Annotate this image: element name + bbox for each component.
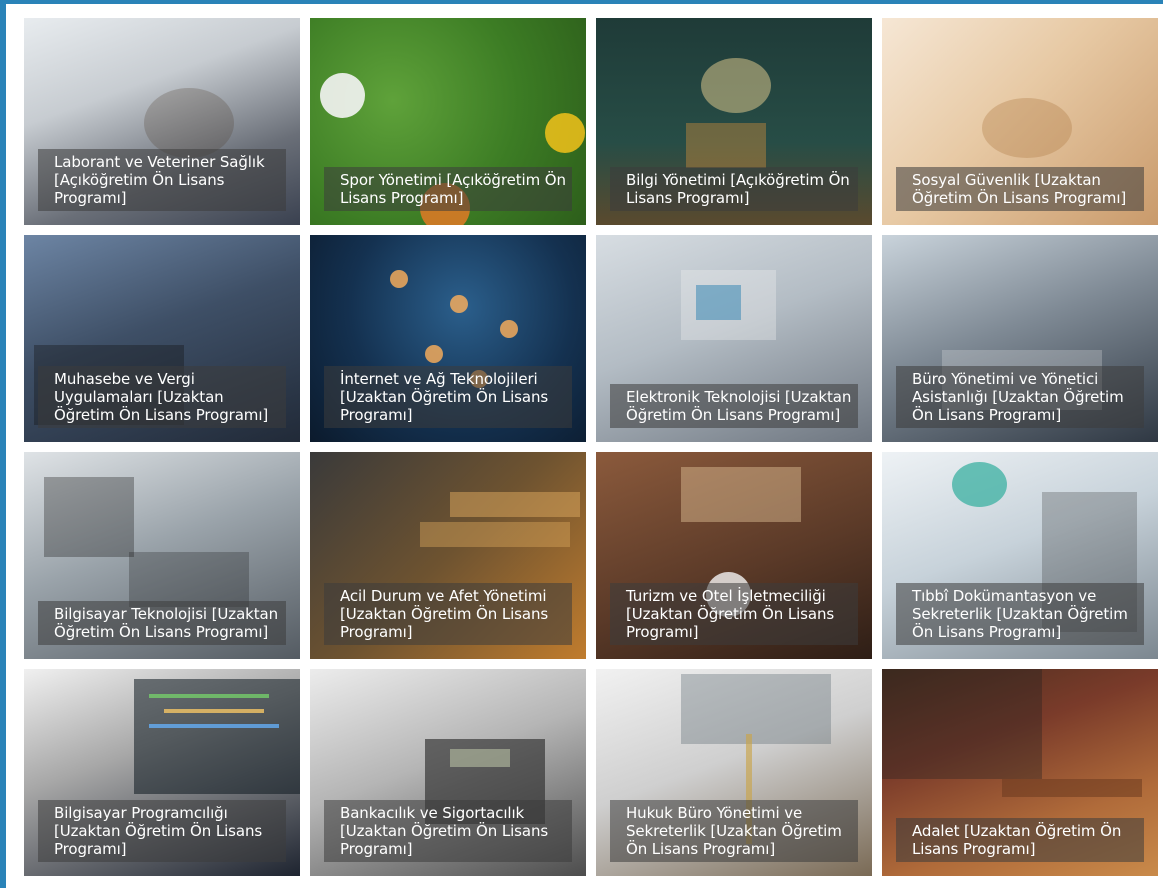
program-title: Bankacılık ve Sigortacılık [Uzaktan Öğre… [324,800,572,862]
program-card-sosyal-guvenlik[interactable]: Sosyal Güvenlik [Uzaktan Öğretim Ön Lisa… [882,18,1158,225]
program-grid: Laborant ve Veteriner Sağlık [Açıköğreti… [24,18,1158,876]
program-title: Sosyal Güvenlik [Uzaktan Öğretim Ön Lisa… [896,167,1144,211]
program-card-muhasebe-vergi[interactable]: Muhasebe ve Vergi Uygulamaları [Uzaktan … [24,235,300,442]
program-card-bilgi-yonetimi[interactable]: Bilgi Yönetimi [Açıköğretim Ön Lisans Pr… [596,18,872,225]
program-card-laborant-veteriner[interactable]: Laborant ve Veteriner Sağlık [Açıköğreti… [24,18,300,225]
program-title: Turizm ve Otel İşletmeciliği [Uzaktan Öğ… [610,583,858,645]
program-card-bilgisayar-teknolojisi[interactable]: Bilgisayar Teknolojisi [Uzaktan Öğretim … [24,452,300,659]
program-title: Muhasebe ve Vergi Uygulamaları [Uzaktan … [38,366,286,428]
program-card-internet-ag[interactable]: İnternet ve Ağ Teknolojileri [Uzaktan Öğ… [310,235,586,442]
program-card-acil-durum[interactable]: Acil Durum ve Afet Yönetimi [Uzaktan Öğr… [310,452,586,659]
program-card-tibbi-dokumantasyon[interactable]: Tıbbî Dokümantasyon ve Sekreterlik [Uzak… [882,452,1158,659]
program-card-adalet[interactable]: Adalet [Uzaktan Öğretim Ön Lisans Progra… [882,669,1158,876]
program-card-spor-yonetimi[interactable]: Spor Yönetimi [Açıköğretim Ön Lisans Pro… [310,18,586,225]
program-title: Laborant ve Veteriner Sağlık [Açıköğreti… [38,149,286,211]
program-title: Bilgisayar Teknolojisi [Uzaktan Öğretim … [38,601,286,645]
program-title: Adalet [Uzaktan Öğretim Ön Lisans Progra… [896,818,1144,862]
program-card-elektronik[interactable]: Elektronik Teknolojisi [Uzaktan Öğretim … [596,235,872,442]
top-accent-bar [0,0,1163,4]
program-title: Büro Yönetimi ve Yönetici Asistanlığı [U… [896,366,1144,428]
program-card-hukuk-buro[interactable]: Hukuk Büro Yönetimi ve Sekreterlik [Uzak… [596,669,872,876]
program-card-turizm-otel[interactable]: Turizm ve Otel İşletmeciliği [Uzaktan Öğ… [596,452,872,659]
program-title: Acil Durum ve Afet Yönetimi [Uzaktan Öğr… [324,583,572,645]
program-card-bankacilik-sigortacilik[interactable]: Bankacılık ve Sigortacılık [Uzaktan Öğre… [310,669,586,876]
left-accent-bar [0,0,6,888]
program-card-buro-yonetimi[interactable]: Büro Yönetimi ve Yönetici Asistanlığı [U… [882,235,1158,442]
program-title: Bilgisayar Programcılığı [Uzaktan Öğreti… [38,800,286,862]
program-card-bilgisayar-programciligi[interactable]: Bilgisayar Programcılığı [Uzaktan Öğreti… [24,669,300,876]
program-title: Elektronik Teknolojisi [Uzaktan Öğretim … [610,384,858,428]
program-title: İnternet ve Ağ Teknolojileri [Uzaktan Öğ… [324,366,572,428]
program-title: Hukuk Büro Yönetimi ve Sekreterlik [Uzak… [610,800,858,862]
program-title: Tıbbî Dokümantasyon ve Sekreterlik [Uzak… [896,583,1144,645]
program-title: Bilgi Yönetimi [Açıköğretim Ön Lisans Pr… [610,167,858,211]
program-title: Spor Yönetimi [Açıköğretim Ön Lisans Pro… [324,167,572,211]
